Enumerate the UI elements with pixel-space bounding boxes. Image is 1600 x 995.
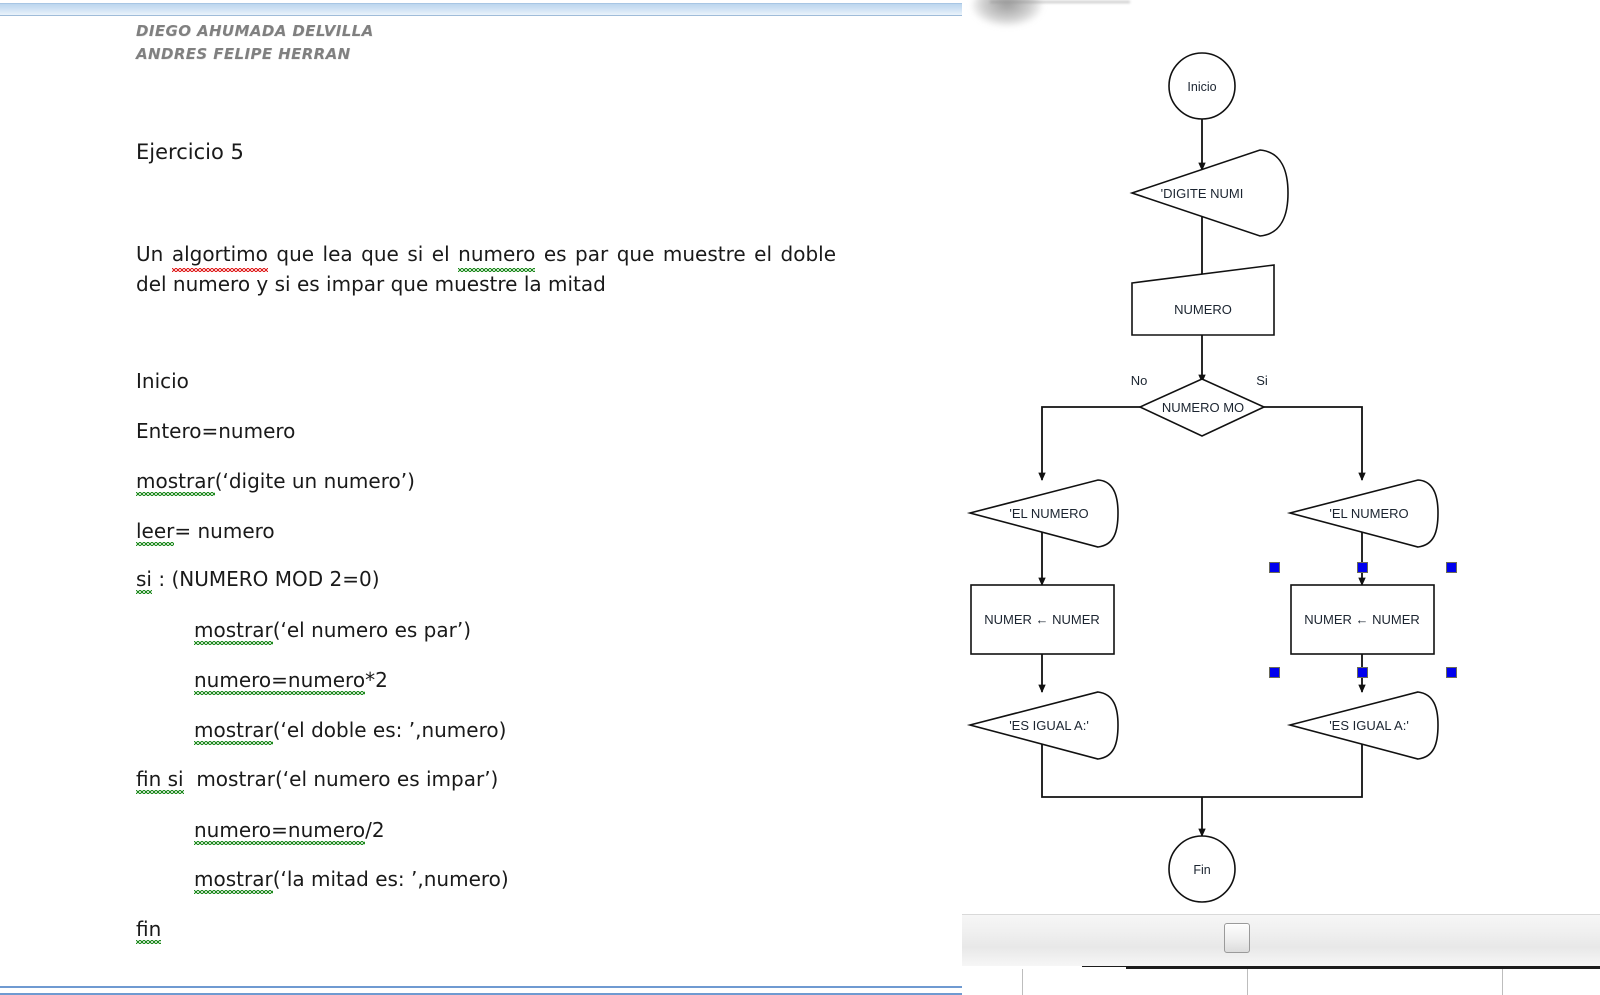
algo-line-text: Entero=numero (136, 419, 296, 443)
node-left-process-label: NUMER ← NUMER (984, 612, 1100, 627)
algo-line-si-condicion: si : (NUMERO MOD 2=0) (136, 567, 380, 594)
algo-line-rest: mostrar(‘el numero es impar’) (183, 767, 499, 791)
grammar-flagged-word: fin (136, 917, 162, 944)
algo-line-numero-doble: numero=numero*2 (194, 668, 388, 695)
algo-line-rest: (‘digite un numero’) (214, 469, 415, 493)
algo-line-inicio: Inicio (136, 369, 189, 393)
algo-line-mostrar-mitad: mostrar(‘la mitad es: ’,numero) (194, 867, 509, 894)
horizontal-scrollbar[interactable] (962, 914, 1600, 968)
selection-handle-top-left[interactable] (1269, 562, 1280, 573)
algo-line-entero: Entero=numero (136, 419, 295, 443)
algo-line-text: Inicio (136, 369, 189, 393)
taskbar-highlight-mid (1038, 967, 1126, 969)
selection-handle-bottom-right[interactable] (1446, 667, 1457, 678)
algo-line-leer: leer= numero (136, 519, 275, 546)
grammar-flagged-word-numero: numero (458, 239, 536, 273)
grammar-flagged-word: si (136, 567, 152, 594)
grammar-flagged-word: leer (136, 519, 175, 546)
misspelled-word-algortimo: algortimo (171, 239, 269, 273)
algo-line-rest: *2 (365, 668, 388, 692)
node-input-numero-shape[interactable] (1131, 264, 1275, 336)
node-input-numero-label: NUMERO (1174, 302, 1232, 317)
algo-line-rest: = numero (174, 519, 275, 543)
algo-line-mostrar-digite: mostrar(‘digite un numero’) (136, 469, 415, 496)
algo-line-rest: (‘el doble es: ’,numero) (272, 718, 507, 742)
grammar-flagged-word: mostrar (194, 867, 273, 894)
document-bottom-divider (0, 986, 962, 995)
branch-label-si: Si (1256, 373, 1268, 388)
grammar-flagged-word: mostrar (194, 718, 273, 745)
taskbar-divider-3 (1502, 969, 1503, 995)
node-end-label: Fin (1193, 863, 1210, 877)
algo-line-rest: /2 (365, 818, 385, 842)
word-document-pane[interactable]: DIEGO AHUMADA DELVILLA ANDRES FELIPE HER… (0, 0, 962, 995)
grammar-flagged-word: numero=numero (194, 668, 366, 695)
algo-line-mostrar-doble: mostrar(‘el doble es: ’,numero) (194, 718, 507, 745)
document-body[interactable]: DIEGO AHUMADA DELVILLA ANDRES FELIPE HER… (0, 14, 962, 974)
grammar-flagged-word: mostrar (194, 618, 273, 645)
selection-handle-top-right[interactable] (1446, 562, 1457, 573)
taskbar-divider-1 (1022, 969, 1023, 995)
selection-handle-top-center[interactable] (1357, 562, 1368, 573)
flowchart-editor-pane[interactable]: I Inicio 'DIGITE (962, 0, 1600, 995)
scrollbar-thumb[interactable] (1224, 923, 1250, 953)
algo-line-fin: fin (136, 917, 162, 944)
author-name-1: DIEGO AHUMADA DELVILLA (136, 22, 374, 40)
node-left-display-label: 'EL NUMERO (1009, 506, 1088, 521)
algo-line-rest: : (NUMERO MOD 2=0) (151, 567, 380, 591)
grammar-flagged-word: numero=numero (194, 818, 366, 845)
author-name-2: ANDRES FELIPE HERRAN (136, 45, 351, 63)
node-left-result-display-label: 'ES IGUAL A:' (1009, 718, 1089, 733)
selection-handle-bottom-center[interactable] (1357, 667, 1368, 678)
exercise-title: Ejercicio 5 (136, 140, 244, 164)
algo-line-mostrar-par: mostrar(‘el numero es par’) (194, 618, 471, 645)
statement-part-2: que lea que si el (267, 242, 459, 266)
node-prompt-display-label: 'DIGITE NUMI (1161, 186, 1244, 201)
branch-label-no: No (1131, 373, 1148, 388)
algo-line-rest: (‘el numero es par’) (272, 618, 471, 642)
flowchart-canvas[interactable]: Inicio 'DIGITE NUMI NUMERO NUMERO MO No … (962, 0, 1600, 930)
connector-decision-si (1264, 406, 1366, 481)
connector-decision-no (1038, 406, 1140, 481)
node-start-label: Inicio (1187, 80, 1216, 94)
node-decision-label: NUMERO MO (1162, 400, 1244, 415)
node-right-result-display-label: 'ES IGUAL A:' (1329, 718, 1409, 733)
taskbar[interactable] (962, 966, 1600, 995)
taskbar-divider-2 (1247, 969, 1248, 995)
grammar-flagged-word: mostrar (136, 469, 215, 496)
selection-handle-bottom-left[interactable] (1269, 667, 1280, 678)
statement-part-1: Un (136, 242, 172, 266)
grammar-flagged-word: fin si (136, 767, 184, 794)
algo-line-fin-si-mostrar-impar: fin si mostrar(‘el numero es impar’) (136, 767, 499, 794)
node-right-display-label: 'EL NUMERO (1329, 506, 1408, 521)
problem-statement: Un algortimo que lea que si el numero es… (136, 239, 836, 300)
node-right-process-label: NUMER ← NUMER (1304, 612, 1420, 627)
algo-line-numero-mitad: numero=numero/2 (194, 818, 385, 845)
algo-line-rest: (‘la mitad es: ’,numero) (272, 867, 509, 891)
